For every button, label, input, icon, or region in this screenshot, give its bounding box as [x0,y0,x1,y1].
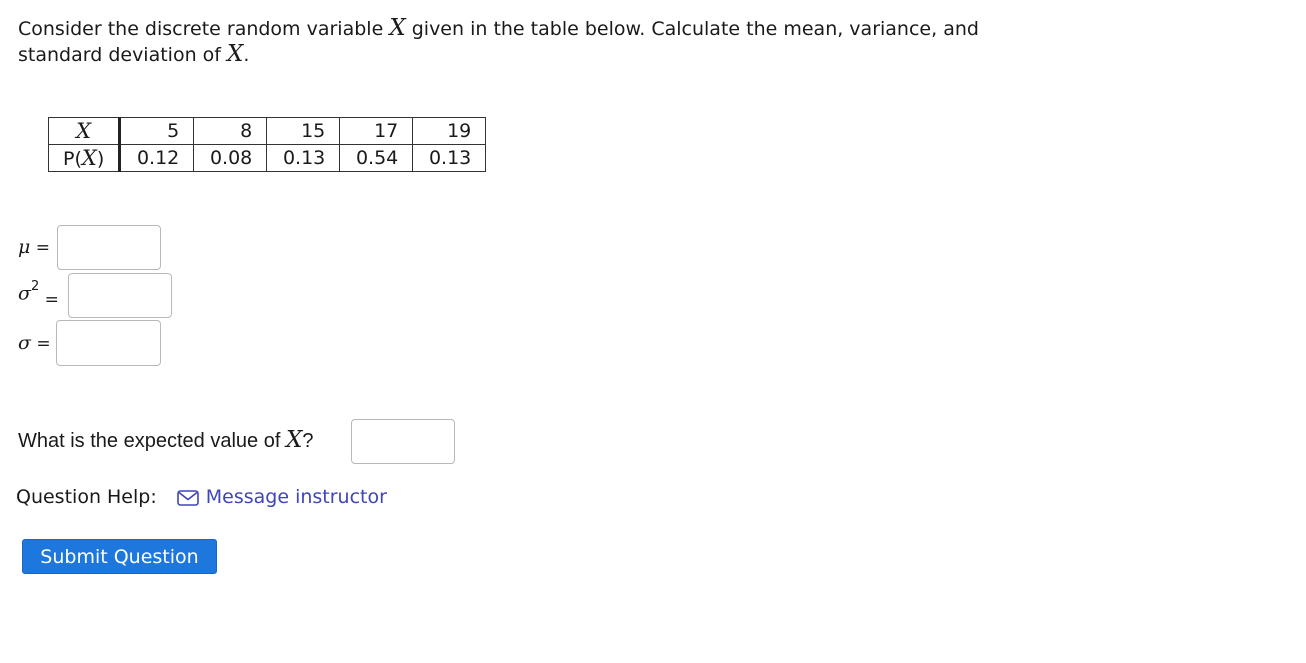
message-instructor-link[interactable]: Message instructor [206,486,387,508]
x-value-cell: 5 [119,117,195,145]
sd-input[interactable] [56,320,161,366]
x-value-cell: 8 [193,117,268,145]
expected-value-question: What is the expected value of X? [18,427,314,453]
question-prompt: Consider the discrete random variable X … [18,16,1028,68]
mean-label: μ = [18,236,51,258]
expected-value-input[interactable] [351,419,455,464]
question-help: Question Help: Message instructor [16,486,387,508]
mail-icon[interactable] [176,489,199,506]
p-value-cell: 0.12 [119,144,195,172]
p-value-cell: 0.08 [193,144,268,172]
distribution-table: X 5 8 15 17 19 P(X) 0.12 0.08 0.13 0.54 … [47,117,487,172]
prompt-text-end: . [243,44,250,66]
variance-label: σ2 = [18,279,59,310]
x-value-cell: 15 [266,117,341,145]
row-header-x: X [47,117,122,145]
submit-question-button[interactable]: Submit Question [22,539,217,574]
question-help-label: Question Help: [16,486,157,508]
row-header-px: P(X) [47,144,122,172]
table-row-p: P(X) 0.12 0.08 0.13 0.54 0.13 [47,144,487,172]
p-value-cell: 0.13 [412,144,487,172]
variance-input[interactable] [68,273,172,318]
mean-input[interactable] [57,225,161,270]
variable-x: X [227,41,244,67]
p-value-cell: 0.54 [339,144,414,172]
prompt-text-before: Consider the discrete random variable [18,18,390,40]
x-value-cell: 17 [339,117,414,145]
sd-label: σ = [18,332,51,354]
x-value-cell: 19 [412,117,487,145]
p-value-cell: 0.13 [266,144,341,172]
table-row-x: X 5 8 15 17 19 [47,117,487,145]
variable-x: X [389,15,406,41]
